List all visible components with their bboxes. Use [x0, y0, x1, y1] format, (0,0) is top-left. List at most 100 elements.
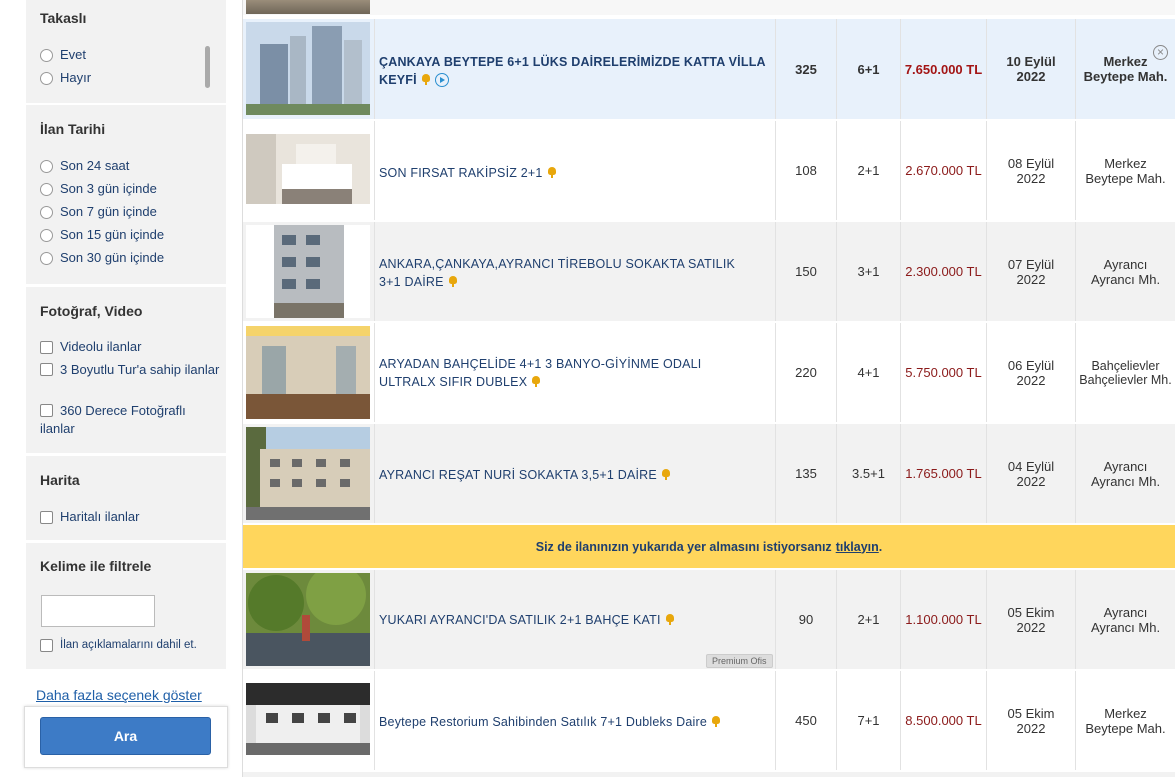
price-cell: 2.300.000 TL: [905, 264, 982, 279]
pin-icon: [531, 376, 541, 387]
radio-evet[interactable]: Evet: [40, 46, 86, 64]
listing-thumbnail[interactable]: [246, 683, 370, 755]
pin-icon: [661, 469, 671, 480]
checkbox-icon[interactable]: [40, 363, 53, 376]
table-row[interactable]: ANKARA,ÇANKAYA,AYRANCI TİREBOLU SOKAKTA …: [243, 222, 1175, 321]
radio-son-15-gun[interactable]: Son 15 gün içinde: [40, 226, 164, 244]
checkbox-haritali[interactable]: Haritalı ilanlar: [40, 508, 139, 526]
listing-title[interactable]: ANKARA,ÇANKAYA,AYRANCI TİREBOLU SOKAKTA …: [379, 255, 759, 291]
promo-suffix: .: [878, 539, 883, 554]
m2-cell: 150: [795, 264, 817, 279]
radio-son-30-gun[interactable]: Son 30 gün içinde: [40, 249, 164, 267]
keyword-input[interactable]: [41, 595, 155, 627]
listing-title[interactable]: AYRANCI REŞAT NURİ SOKAKTA 3,5+1 DAİRE: [379, 466, 769, 484]
radio-son-3-gun[interactable]: Son 3 gün içinde: [40, 180, 157, 198]
radio-icon[interactable]: [40, 205, 53, 219]
promo-link[interactable]: tıklayın: [836, 540, 879, 554]
listing-title[interactable]: YUKARI AYRANCI'DA SATILIK 2+1 BAHÇE KATI: [379, 611, 769, 629]
radio-son-7-gun[interactable]: Son 7 gün içinde: [40, 203, 157, 221]
price-cell: 2.670.000 TL: [905, 163, 982, 178]
radio-icon[interactable]: [40, 251, 53, 265]
rooms-cell: 4+1: [857, 365, 880, 380]
checkbox-videolu[interactable]: Videolu ilanlar: [40, 338, 141, 356]
option-label: Son 7 gün içinde: [60, 204, 157, 219]
location-cell: Merkez Beytepe Mah.: [1083, 54, 1168, 84]
radio-icon[interactable]: [40, 182, 53, 196]
table-row[interactable]: ÇANKAYA BEYTEPE 6+1 LÜKS DAİRELERİMİZDE …: [243, 19, 1175, 119]
m2-cell: 90: [798, 612, 814, 627]
option-label: Son 24 saat: [60, 158, 130, 173]
m2-cell: 108: [795, 163, 817, 178]
location-cell: Bahçelievler Bahçelievler Mh.: [1079, 358, 1172, 387]
search-button[interactable]: Ara: [40, 717, 211, 755]
location-cell: Ayrancı Ayrancı Mh.: [1090, 458, 1161, 489]
option-label: Haritalı ilanlar: [60, 509, 140, 524]
radio-icon[interactable]: [40, 159, 53, 173]
more-options-link[interactable]: Daha fazla seçenek göster: [36, 687, 202, 703]
price-cell: 5.750.000 TL: [905, 365, 982, 380]
rooms-cell: 3+1: [857, 264, 880, 279]
building-photo: [274, 225, 344, 318]
listing-thumbnail[interactable]: [246, 427, 370, 520]
filter-section-takasli: Takaslı Evet Hayır: [26, 0, 226, 103]
scrollbar-thumb[interactable]: [205, 46, 210, 88]
radio-icon[interactable]: [40, 48, 53, 62]
filter-section-harita: Harita Haritalı ilanlar: [26, 456, 226, 540]
filter-title: Harita: [40, 472, 80, 488]
video-icon[interactable]: [434, 73, 449, 87]
price-cell: 8.500.000 TL: [905, 713, 982, 728]
m2-cell: 450: [795, 713, 817, 728]
listing-title[interactable]: ARYADAN BAHÇELİDE 4+1 3 BANYO-GİYİNME OD…: [379, 355, 759, 391]
location-cell: Ayrancı Ayrancı Mh.: [1090, 604, 1161, 635]
pin-icon: [448, 276, 458, 287]
filter-sidebar: Takaslı Evet Hayır İlan Tarihi Son 24 sa…: [0, 0, 242, 777]
m2-cell: 220: [795, 365, 817, 380]
table-row[interactable]: Beytepe Restorium Sahibinden Satılık 7+1…: [243, 671, 1175, 770]
radio-icon[interactable]: [40, 228, 53, 242]
building-photo: [246, 683, 370, 755]
checkbox-3d-tur[interactable]: 3 Boyutlu Tur'a sahip ilanlar: [40, 361, 220, 379]
price-cell: 1.765.000 TL: [905, 466, 982, 481]
listing-thumbnail[interactable]: [246, 22, 370, 115]
close-icon[interactable]: ×: [1153, 45, 1168, 60]
listing-thumbnail[interactable]: [246, 573, 370, 666]
option-label: Hayır: [60, 70, 92, 85]
date-cell: 10 Eylül 2022: [1006, 54, 1056, 84]
radio-son-24-saat[interactable]: Son 24 saat: [40, 157, 129, 175]
listing-thumbnail[interactable]: [246, 0, 370, 14]
promo-banner: Siz de ilanınızın yukarıda yer almasını …: [243, 525, 1175, 568]
rooms-cell: 6+1: [857, 61, 880, 77]
price-cell: 7.650.000 TL: [904, 61, 983, 77]
date-cell: 05 Ekim 2022: [1007, 604, 1055, 635]
price-cell: 1.100.000 TL: [905, 612, 982, 627]
table-row[interactable]: SON FIRSAT RAKİPSİZ 2+1 108 2+1 2.670.00…: [243, 121, 1175, 220]
filter-section-kelime: Kelime ile filtrele İlan açıklamalarını …: [26, 543, 226, 669]
location-cell: Merkez Beytepe Mah.: [1085, 705, 1166, 736]
checkbox-360[interactable]: 360 Derece Fotoğraflı ilanlar: [40, 402, 220, 438]
checkbox-icon[interactable]: [40, 340, 53, 354]
checkbox-icon[interactable]: [40, 638, 53, 652]
checkbox-include-descriptions[interactable]: İlan açıklamalarını dahil et.: [40, 636, 197, 654]
listing-thumbnail[interactable]: [246, 134, 370, 204]
table-row[interactable]: ARYADAN BAHÇELİDE 4+1 3 BANYO-GİYİNME OD…: [243, 323, 1175, 422]
listing-thumbnail[interactable]: [246, 225, 370, 318]
promo-text: Siz de ilanınızın yukarıda yer almasını …: [535, 539, 832, 554]
table-row[interactable]: AYRANCI REŞAT NURİ SOKAKTA 3,5+1 DAİRE 1…: [243, 424, 1175, 523]
radio-icon[interactable]: [40, 71, 53, 85]
listing-title[interactable]: SON FIRSAT RAKİPSİZ 2+1: [379, 164, 769, 182]
listing-thumbnail[interactable]: [246, 326, 370, 419]
listing-title[interactable]: ÇANKAYA BEYTEPE 6+1 LÜKS DAİRELERİMİZDE …: [379, 53, 769, 89]
premium-badge: Premium Ofis: [706, 654, 773, 668]
option-label: Videolu ilanlar: [60, 339, 142, 354]
checkbox-icon[interactable]: [40, 404, 53, 417]
bedroom-photo: [246, 134, 370, 204]
pin-icon: [665, 614, 675, 625]
rooms-cell: 7+1: [857, 713, 880, 728]
radio-hayir[interactable]: Hayır: [40, 69, 91, 87]
checkbox-icon[interactable]: [40, 510, 53, 524]
listing-title[interactable]: Beytepe Restorium Sahibinden Satılık 7+1…: [379, 713, 769, 731]
location-cell: Merkez Beytepe Mah.: [1085, 155, 1166, 186]
table-row[interactable]: YUKARI AYRANCI'DA SATILIK 2+1 BAHÇE KATI…: [243, 570, 1175, 669]
option-label: Son 3 gün içinde: [60, 181, 157, 196]
search-button-panel: Ara: [24, 706, 228, 768]
